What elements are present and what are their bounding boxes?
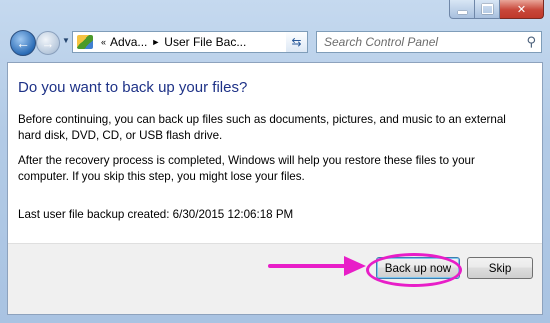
- search-icon[interactable]: ⚲: [526, 34, 536, 50]
- breadcrumb-item-user-file-backup[interactable]: User File Bac...: [164, 35, 246, 49]
- refresh-icon: ⇆: [291, 35, 302, 49]
- last-backup-info: Last user file backup created: 6/30/2015…: [18, 208, 294, 221]
- breadcrumb-item-advanced[interactable]: Adva...: [110, 35, 147, 49]
- caption-buttons: ✕: [449, 0, 544, 20]
- forward-button[interactable]: →: [36, 31, 60, 55]
- close-icon: ✕: [516, 3, 527, 16]
- forward-arrow-icon: →: [41, 35, 55, 51]
- skip-button[interactable]: Skip: [467, 257, 533, 279]
- minimize-button[interactable]: [449, 0, 475, 19]
- recent-pages-dropdown-icon[interactable]: ▼: [62, 36, 70, 45]
- backup-description: Before continuing, you can back up files…: [18, 113, 506, 142]
- button-bar: Back up now Skip: [8, 243, 542, 314]
- search-input[interactable]: Search Control Panel ⚲: [316, 31, 542, 53]
- control-panel-icon: [77, 35, 93, 49]
- refresh-button[interactable]: ⇆: [286, 31, 308, 53]
- maximize-button[interactable]: [475, 0, 500, 19]
- back-arrow-icon: ←: [16, 35, 30, 51]
- breadcrumb-overflow-chevron[interactable]: «: [101, 37, 106, 47]
- close-button[interactable]: ✕: [500, 0, 544, 19]
- search-placeholder: Search Control Panel: [324, 35, 439, 49]
- maximize-icon: [481, 4, 493, 14]
- content-pane: Do you want to back up your files? Befor…: [7, 62, 543, 315]
- minimize-icon: [457, 10, 467, 14]
- annotation-arrow: [268, 256, 366, 276]
- address-bar[interactable]: « Adva... ► User File Bac... ▼: [72, 31, 308, 53]
- navigation-bar: ← → ▼ « Adva... ► User File Bac... ▼ ⇆ S…: [0, 22, 550, 62]
- recovery-warning: After the recovery process is completed,…: [18, 154, 475, 183]
- page-title: Do you want to back up your files?: [18, 79, 248, 96]
- back-button[interactable]: ←: [10, 30, 36, 56]
- breadcrumb-separator[interactable]: ►: [151, 37, 160, 47]
- annotation-highlight-ellipse: [366, 253, 462, 287]
